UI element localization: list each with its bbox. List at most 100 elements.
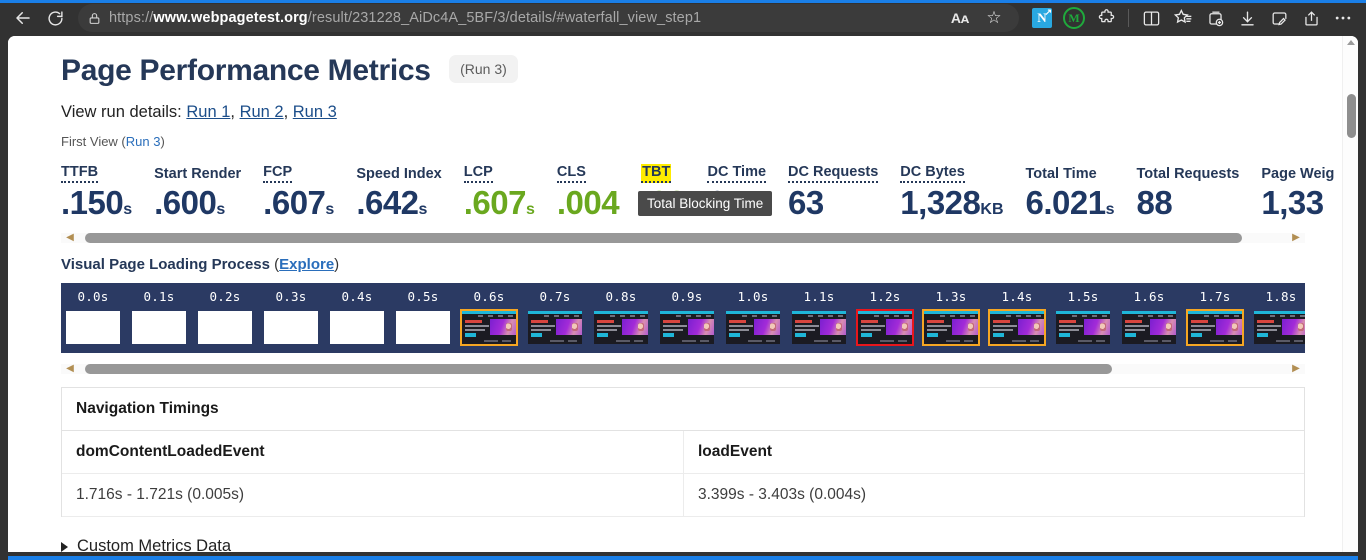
filmstrip-frame[interactable]: 0.3s [258, 289, 324, 346]
vscroll-thumb[interactable] [1347, 94, 1356, 138]
metric-label[interactable]: DC Requests [788, 164, 878, 183]
frame-time-label: 0.6s [456, 289, 522, 304]
custom-metrics-disclosure[interactable]: Custom Metrics Data [61, 537, 1342, 552]
metrics-hscrollbar[interactable]: ◀ ▶ [61, 230, 1305, 246]
frame-thumbnail[interactable] [724, 309, 782, 346]
metric-dc-bytes: DC Bytes1,328KB [900, 163, 1025, 222]
scroll-thumb[interactable] [85, 364, 1112, 374]
filmstrip-frame[interactable]: 1.6s [1116, 289, 1182, 346]
filmstrip-frame[interactable]: 0.7s [522, 289, 588, 346]
frame-thumbnail[interactable] [262, 309, 320, 346]
explore-link[interactable]: Explore [279, 256, 334, 273]
metric-label[interactable]: TTFB [61, 164, 98, 183]
frame-time-label: 1.6s [1116, 289, 1182, 304]
favorites-star-icon[interactable] [1168, 4, 1198, 32]
address-bar[interactable]: https://www.webpagetest.org/result/23122… [78, 4, 1019, 32]
filmstrip-frame[interactable]: 0.8s [588, 289, 654, 346]
column-header-loadevent: loadEvent [683, 431, 1304, 473]
filmstrip-frame[interactable]: 0.0s [61, 289, 126, 346]
metric-number: 63 [788, 184, 824, 221]
frame-thumbnail[interactable] [1120, 309, 1178, 346]
scroll-thumb[interactable] [85, 233, 1242, 243]
frame-thumbnail[interactable] [790, 309, 848, 346]
favorite-star-icon[interactable]: ☆ [979, 4, 1009, 32]
filmstrip-frame[interactable]: 1.5s [1050, 289, 1116, 346]
first-view-run-link[interactable]: Run 3 [126, 134, 161, 149]
frame-thumbnail[interactable] [196, 309, 254, 346]
filmstrip-frame[interactable]: 1.2s [852, 289, 918, 346]
frame-thumbnail[interactable] [64, 309, 122, 346]
filmstrip-frame[interactable]: 1.7s [1182, 289, 1248, 346]
extension-momentum-icon[interactable]: M [1059, 4, 1089, 32]
metric-label[interactable]: TBT [641, 164, 671, 183]
metric-label: Start Render [154, 166, 241, 183]
back-button[interactable] [8, 4, 38, 32]
frame-thumbnail[interactable] [1252, 309, 1305, 346]
run-link-2[interactable]: Run 2 [240, 103, 284, 121]
metric-ttfb: TTFB.150s [61, 163, 154, 222]
scroll-right-arrow[interactable]: ▶ [1291, 364, 1301, 374]
share-icon[interactable] [1296, 4, 1326, 32]
collections-add-icon[interactable] [1200, 4, 1230, 32]
filmstrip-frame[interactable]: 1.4s [984, 289, 1050, 346]
metric-label[interactable]: FCP [263, 164, 292, 183]
filmstrip-frame[interactable]: 0.4s [324, 289, 390, 346]
frame-time-label: 1.8s [1248, 289, 1305, 304]
cell-domcontentloaded-value: 1.716s - 1.721s (0.005s) [62, 474, 683, 517]
metric-number: .607 [263, 184, 325, 221]
filmstrip-hscrollbar[interactable]: ◀ ▶ [61, 361, 1305, 377]
scroll-left-arrow[interactable]: ◀ [65, 233, 75, 243]
filmstrip-frame[interactable]: 1.3s [918, 289, 984, 346]
split-screen-icon[interactable] [1136, 4, 1166, 32]
table-caption: Navigation Timings [62, 388, 1304, 431]
filmstrip-frame[interactable]: 0.5s [390, 289, 456, 346]
extension-notion-icon[interactable]: N [1027, 4, 1057, 32]
filmstrip: 0.0s0.1s0.2s0.3s0.4s0.5s0.6s0.7s0.8s0.9s… [61, 283, 1305, 353]
frame-thumbnail[interactable] [394, 309, 452, 346]
frame-thumbnail[interactable] [592, 309, 650, 346]
filmstrip-frame[interactable]: 0.9s [654, 289, 720, 346]
filmstrip-frame[interactable]: 1.1s [786, 289, 852, 346]
frame-thumbnail[interactable] [658, 309, 716, 346]
frame-thumbnail[interactable] [988, 309, 1046, 346]
more-settings-icon[interactable] [1328, 4, 1358, 32]
filmstrip-frame[interactable]: 0.2s [192, 289, 258, 346]
run-link-1[interactable]: Run 1 [186, 103, 230, 121]
frame-thumbnail[interactable] [856, 309, 914, 346]
metric-label[interactable]: CLS [557, 164, 586, 183]
frame-thumbnail[interactable] [1186, 309, 1244, 346]
metric-value: .607s [464, 184, 535, 222]
metric-label[interactable]: DC Bytes [900, 164, 964, 183]
filmstrip-frame[interactable]: 0.6s [456, 289, 522, 346]
refresh-button[interactable] [40, 4, 70, 32]
metric-label[interactable]: DC Time [707, 164, 766, 183]
metric-total-requests: Total Requests88 [1137, 165, 1262, 222]
frame-thumbnail[interactable] [1054, 309, 1112, 346]
scroll-left-arrow[interactable]: ◀ [65, 364, 75, 374]
metric-label[interactable]: LCP [464, 164, 493, 183]
screenshot-pen-icon[interactable] [1264, 4, 1294, 32]
scroll-up-arrow[interactable] [1347, 40, 1355, 45]
filmstrip-frame[interactable]: 0.1s [126, 289, 192, 346]
frame-thumbnail[interactable] [460, 309, 518, 346]
extensions-puzzle-icon[interactable] [1091, 4, 1121, 32]
filmstrip-frame[interactable]: 1.0s [720, 289, 786, 346]
filmstrip-frame[interactable]: 1.8s [1248, 289, 1305, 346]
frame-thumbnail[interactable] [328, 309, 386, 346]
frame-thumbnail[interactable] [130, 309, 188, 346]
run-link-3[interactable]: Run 3 [293, 103, 337, 121]
downloads-icon[interactable] [1232, 4, 1262, 32]
frame-time-label: 0.9s [654, 289, 720, 304]
table-row: 1.716s - 1.721s (0.005s) 3.399s - 3.403s… [62, 473, 1304, 517]
scroll-right-arrow[interactable]: ▶ [1291, 233, 1301, 243]
page-vscrollbar[interactable] [1342, 36, 1358, 552]
url-text: https://www.webpagetest.org/result/23122… [109, 10, 701, 26]
tbt-tooltip: Total Blocking Time [638, 191, 772, 216]
metric-cls: CLS.004 [557, 163, 641, 222]
frame-thumbnail[interactable] [922, 309, 980, 346]
read-aloud-icon[interactable]: Aᴀ [945, 4, 975, 32]
frame-thumbnail[interactable] [526, 309, 584, 346]
frame-time-label: 1.3s [918, 289, 984, 304]
frame-time-label: 0.5s [390, 289, 456, 304]
metric-unit: s [325, 201, 334, 218]
